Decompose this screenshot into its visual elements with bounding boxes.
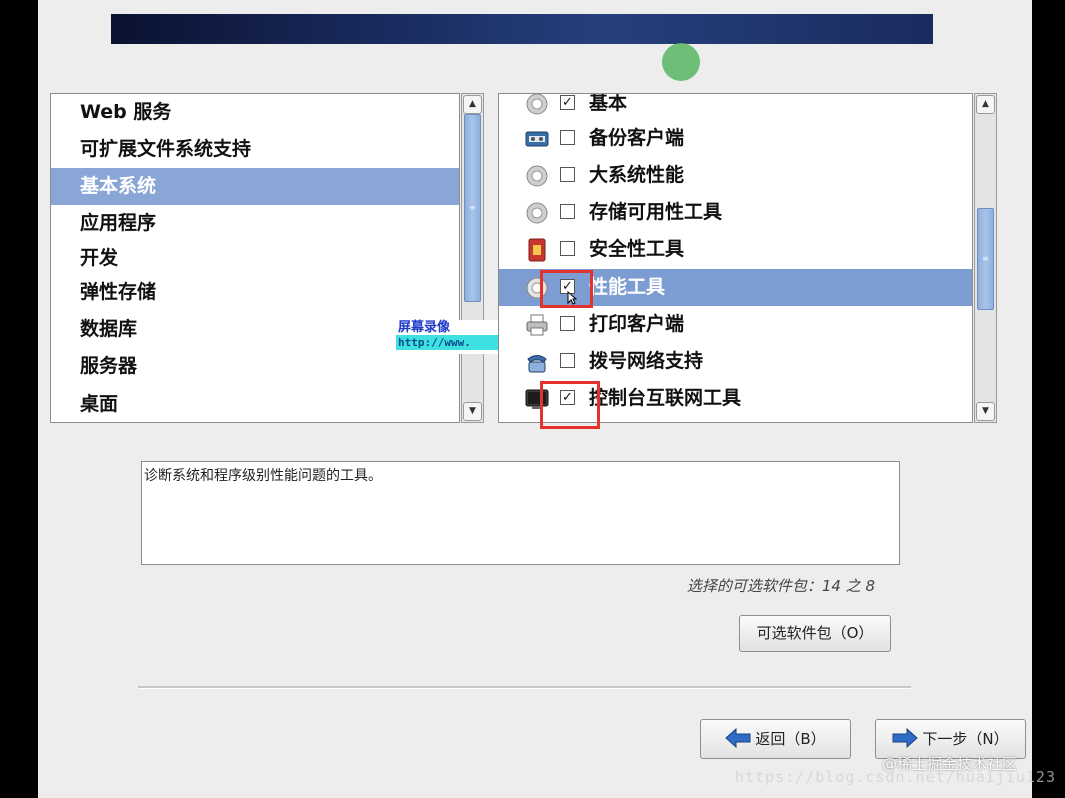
- scroll-down-icon[interactable]: ▼: [463, 402, 482, 421]
- package-row-print-client[interactable]: 打印客户端: [499, 306, 972, 343]
- scroll-down-icon[interactable]: ▼: [976, 402, 995, 421]
- phone-icon: [527, 355, 547, 373]
- package-row-base[interactable]: ✓ 基本: [499, 93, 972, 122]
- package-row-storage-availability-tools[interactable]: 存储可用性工具: [499, 194, 972, 231]
- site-credit-url: https://blog.csdn.net/huaijiu123: [735, 768, 1056, 786]
- package-label: 控制台互联网工具: [589, 387, 742, 409]
- annotation-highlight-box: [540, 381, 600, 429]
- package-label: 安全性工具: [589, 238, 685, 260]
- group-item-web[interactable]: Web 服务: [51, 94, 459, 131]
- package-checkbox[interactable]: [560, 167, 575, 182]
- separator: [138, 686, 911, 689]
- group-item-resilient-storage[interactable]: 弹性存储: [51, 274, 459, 311]
- package-row-security-tools[interactable]: 安全性工具: [499, 231, 972, 268]
- package-label: 备份客户端: [589, 127, 685, 149]
- group-item-scalable-fs[interactable]: 可扩展文件系统支持: [51, 131, 459, 168]
- scroll-thumb[interactable]: ≡: [977, 208, 994, 310]
- security-icon: [528, 238, 546, 262]
- scroll-up-icon[interactable]: ▲: [463, 95, 482, 114]
- grip-icon: ≡: [469, 203, 476, 212]
- back-button[interactable]: 返回（B）: [700, 719, 851, 759]
- package-description: 诊断系统和程序级别性能问题的工具。: [141, 461, 900, 565]
- package-list[interactable]: ✓ 基本 备份客户端 大系统性能 存储可用性工具 安全性工具 ✓ 性能工具 打印…: [498, 93, 973, 423]
- optional-packages-button[interactable]: 可选软件包（O）: [739, 615, 891, 652]
- group-list-scrollbar[interactable]: ▲ ≡ ▼: [461, 93, 484, 423]
- printer-icon: [526, 314, 548, 336]
- group-list[interactable]: Web 服务 可扩展文件系统支持 基本系统 应用程序 开发 弹性存储 数据库 服…: [50, 93, 460, 423]
- mouse-pointer-icon: [567, 291, 577, 305]
- package-list-scrollbar[interactable]: ▲ ≡ ▼: [974, 93, 997, 423]
- tape-backup-icon: [525, 131, 549, 147]
- package-row-large-system-performance[interactable]: 大系统性能: [499, 157, 972, 194]
- package-label: 大系统性能: [589, 164, 685, 186]
- gear-icon: [526, 165, 548, 187]
- package-checkbox[interactable]: [560, 353, 575, 368]
- scroll-thumb[interactable]: ≡: [464, 114, 481, 302]
- package-label: 基本: [589, 93, 628, 114]
- grip-icon: ≡: [982, 254, 989, 263]
- group-item-development[interactable]: 开发: [51, 240, 459, 277]
- recorder-watermark: 屏幕录像 http://www.: [396, 320, 498, 354]
- watermark-title: 屏幕录像: [398, 320, 451, 335]
- group-item-base-system[interactable]: 基本系统: [51, 168, 459, 205]
- package-row-dialup-support[interactable]: 拨号网络支持: [499, 343, 972, 380]
- package-label: 性能工具: [589, 276, 666, 298]
- header-banner: [111, 14, 933, 44]
- gear-icon: [526, 94, 548, 115]
- next-button-label: 下一步（N）: [922, 730, 1009, 748]
- package-label: 拨号网络支持: [589, 350, 704, 372]
- cursor-highlight: [662, 43, 700, 81]
- scroll-up-icon[interactable]: ▲: [976, 95, 995, 114]
- package-checkbox[interactable]: [560, 241, 575, 256]
- watermark-url: http://www.: [396, 335, 498, 350]
- package-checkbox[interactable]: [560, 130, 575, 145]
- package-checkbox[interactable]: [560, 316, 575, 331]
- package-row-backup-client[interactable]: 备份客户端: [499, 120, 972, 157]
- package-checkbox[interactable]: ✓: [560, 95, 575, 110]
- back-button-label: 返回（B）: [755, 730, 826, 748]
- package-label: 存储可用性工具: [589, 201, 723, 223]
- package-label: 打印客户端: [589, 313, 685, 335]
- arrow-left-icon: [725, 727, 751, 748]
- optional-package-count: 选择的可选软件包：14 之 8: [686, 577, 875, 595]
- package-checkbox[interactable]: [560, 204, 575, 219]
- arrow-right-icon: [892, 727, 919, 748]
- group-item-desktop[interactable]: 桌面: [51, 386, 459, 423]
- group-item-applications[interactable]: 应用程序: [51, 205, 459, 242]
- gear-icon: [526, 202, 548, 224]
